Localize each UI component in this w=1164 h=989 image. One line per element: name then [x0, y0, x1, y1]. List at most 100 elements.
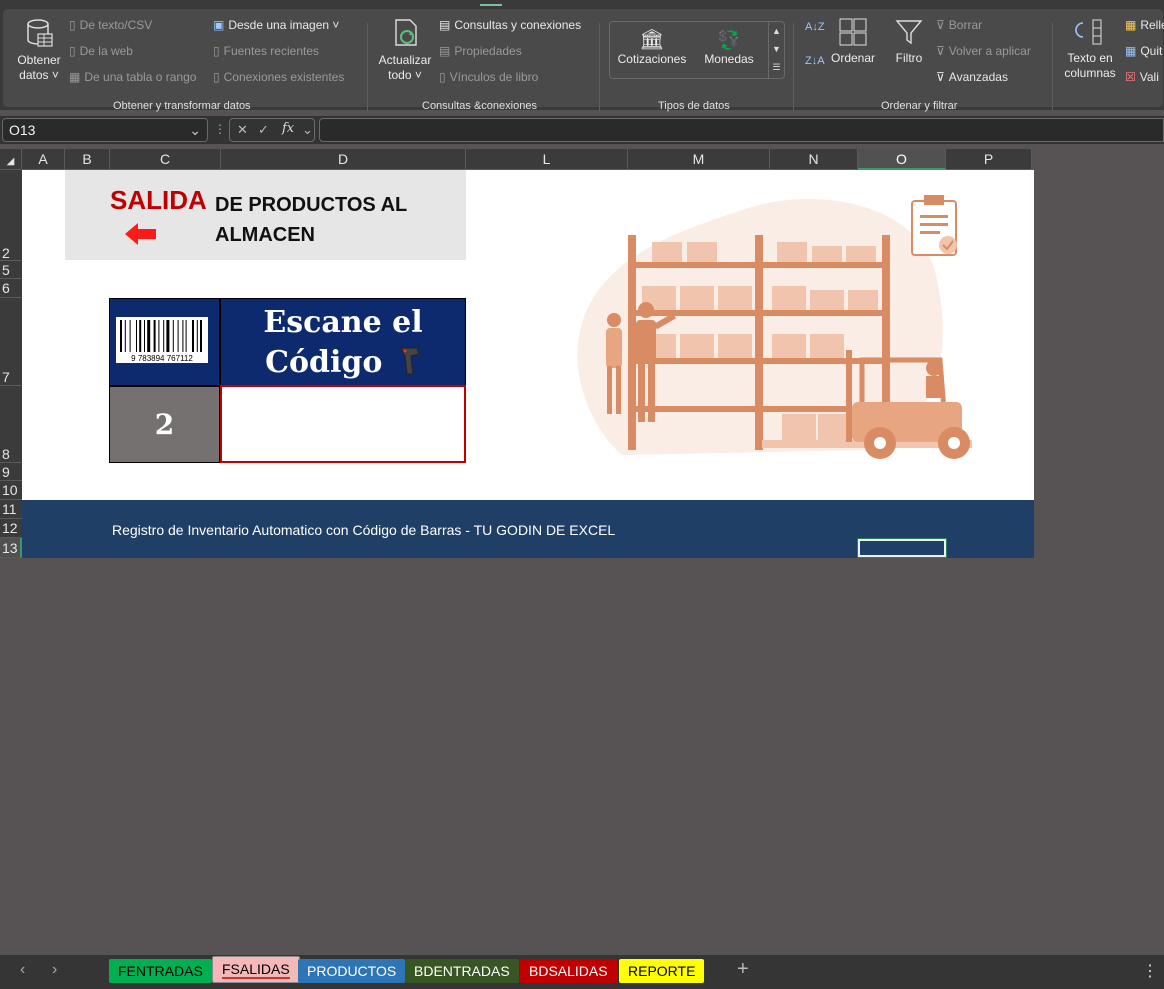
- from-web-button[interactable]: ▯ De la web: [69, 44, 133, 58]
- sheet-tab-fsalidas[interactable]: FSALIDAS: [212, 956, 300, 983]
- gallery-scroll[interactable]: ▲ ▼ ☰: [768, 22, 784, 78]
- row-header-12[interactable]: 12: [0, 519, 22, 538]
- filter-label: Filtro: [895, 51, 923, 65]
- currencies-button[interactable]: 💱 Monedas: [694, 28, 764, 67]
- edit-links-label: Vínculos de libro: [449, 70, 539, 84]
- clear-filter-icon: ⊽: [936, 18, 945, 32]
- links-icon: ▯: [439, 70, 446, 84]
- group-separator: [599, 23, 600, 111]
- sheet-tab-fentradas[interactable]: FENTRADAS: [109, 959, 212, 983]
- more-options-icon[interactable]: ⋮: [1142, 961, 1158, 981]
- advanced-filter-button[interactable]: ⊽ Avanzadas: [936, 70, 1008, 84]
- currency-icon: 💱: [717, 30, 741, 50]
- group-separator: [367, 23, 368, 111]
- active-cell-o13[interactable]: [857, 538, 947, 558]
- stocks-button[interactable]: 🏛 Cotizaciones: [614, 28, 690, 67]
- flash-fill-button[interactable]: ▦Relle: [1125, 18, 1164, 32]
- recent-sources-button[interactable]: ▯ Fuentes recientes: [213, 44, 319, 58]
- sort-descending-button[interactable]: Z↓A: [805, 55, 825, 67]
- image-icon: ▣: [213, 18, 225, 32]
- active-tab-indicator: [480, 4, 502, 6]
- row-header-8[interactable]: 8: [0, 386, 22, 463]
- sheet-tab-bdsalidas[interactable]: BDSALIDAS: [520, 959, 617, 983]
- column-header-n[interactable]: N: [770, 149, 858, 170]
- properties-button[interactable]: ▤ Propiedades: [439, 44, 522, 58]
- next-sheet-icon[interactable]: ›: [52, 961, 57, 979]
- sort-button[interactable]: Ordenar: [827, 17, 879, 66]
- reapply-button[interactable]: ⊽ Volver a aplicar: [936, 44, 1031, 58]
- remove-duplicates-label: Quit: [1140, 44, 1163, 58]
- web-page-icon: ▯: [69, 44, 76, 58]
- row-header-7[interactable]: 7: [0, 298, 22, 386]
- column-header-o[interactable]: O: [858, 149, 946, 170]
- enter-icon[interactable]: ✓: [258, 122, 269, 138]
- row-header-10[interactable]: 10: [0, 481, 22, 500]
- filter-button[interactable]: Filtro: [889, 17, 929, 66]
- select-all-button[interactable]: ◢: [0, 149, 22, 170]
- remove-duplicates-button[interactable]: ▦ Quit: [1125, 44, 1162, 58]
- group-label-sort-filter: Ordenar y filtrar: [881, 100, 958, 112]
- get-data-button[interactable]: Obtener datos ˅: [13, 17, 65, 83]
- barcode-bar: [163, 320, 165, 352]
- scan-title-line-2-text: Código: [265, 345, 383, 380]
- formula-input[interactable]: [319, 118, 1164, 142]
- row-header-9[interactable]: 9: [0, 463, 22, 481]
- column-header-a[interactable]: A: [22, 149, 65, 170]
- name-box-value: O13: [9, 122, 36, 138]
- row-header-11[interactable]: 11: [0, 500, 22, 519]
- existing-connections-button[interactable]: ▯ Conexiones existentes: [213, 70, 344, 84]
- properties-label: Propiedades: [454, 44, 522, 58]
- sheet-tab-productos[interactable]: PRODUCTOS: [298, 959, 406, 983]
- data-validation-label: Vali: [1139, 70, 1159, 84]
- barcode-bar: [129, 320, 131, 352]
- queries-icon: ▤: [439, 18, 451, 32]
- data-validation-icon: ☒: [1125, 70, 1136, 84]
- data-validation-button[interactable]: ☒ Vali: [1125, 70, 1159, 84]
- column-header-b[interactable]: B: [65, 149, 110, 170]
- queries-connections-button[interactable]: ▤ Consultas y conexiones: [439, 18, 581, 32]
- clear-filter-button[interactable]: ⊽ Borrar: [936, 18, 982, 32]
- chevron-down-icon[interactable]: ⌄: [189, 122, 201, 139]
- worksheet[interactable]: SALIDA DE PRODUCTOS AL ALMACEN 9 783894 …: [22, 170, 1034, 558]
- add-sheet-icon[interactable]: +: [737, 958, 749, 981]
- barcode-bar: [147, 320, 151, 352]
- column-header-m[interactable]: M: [628, 149, 770, 170]
- refresh-icon: [395, 19, 417, 46]
- text-to-columns-button[interactable]: Texto en columnas: [1061, 17, 1119, 81]
- refresh-label-2: todo ˅: [388, 68, 422, 82]
- barcode-bar: [196, 320, 198, 352]
- column-header-p[interactable]: P: [946, 149, 1032, 170]
- remove-duplicates-icon: ▦: [1125, 44, 1137, 58]
- sort-ascending-button[interactable]: A↓Z: [805, 21, 825, 33]
- insert-function-icon[interactable]: fx: [282, 121, 294, 136]
- chevron-down-icon[interactable]: ⌄: [302, 122, 313, 138]
- get-data-label-2: datos ˅: [19, 68, 59, 82]
- from-image-button[interactable]: ▣ Desde una imagen ˅: [213, 18, 339, 32]
- cancel-icon[interactable]: ✕: [237, 122, 248, 138]
- from-text-csv-button[interactable]: ▯ De texto/CSV: [69, 18, 152, 32]
- refresh-all-button[interactable]: Actualizar todo ˅: [373, 17, 437, 83]
- row-header-5[interactable]: 5: [0, 261, 22, 279]
- barcode-input-cell[interactable]: [220, 385, 466, 463]
- column-header-l[interactable]: L: [466, 149, 628, 170]
- edit-links-button[interactable]: ▯ Vínculos de libro: [439, 70, 538, 84]
- previous-sheet-icon[interactable]: ‹: [20, 961, 25, 979]
- sheet-tab-bar: ‹ › FENTRADAS FSALIDAS PRODUCTOS BDENTRA…: [0, 955, 1164, 989]
- flash-fill-icon: ▦: [1125, 18, 1137, 32]
- row-header-2[interactable]: 2: [0, 170, 22, 261]
- column-header-d[interactable]: D: [221, 149, 466, 170]
- sheet-tab-bdentradas[interactable]: BDENTRADAS: [405, 959, 519, 983]
- sheet-tab-label: PRODUCTOS: [307, 963, 397, 979]
- row-header-6[interactable]: 6: [0, 279, 22, 298]
- name-box[interactable]: O13 ⌄: [2, 118, 208, 142]
- more-options-icon[interactable]: ⋮: [214, 122, 226, 136]
- column-header-c[interactable]: C: [110, 149, 221, 170]
- reapply-label: Volver a aplicar: [948, 44, 1031, 58]
- group-label-queries: Consultas &conexiones: [422, 100, 537, 112]
- row-header-13[interactable]: 13: [0, 538, 22, 558]
- advanced-filter-icon: ⊽: [936, 70, 945, 84]
- file-text-icon: ▯: [69, 18, 76, 32]
- formula-controls: ✕ ✓ fx ⌄: [229, 118, 315, 142]
- from-table-button[interactable]: ▦ De una tabla o rango: [69, 70, 196, 84]
- sheet-tab-reporte[interactable]: REPORTE: [619, 959, 705, 983]
